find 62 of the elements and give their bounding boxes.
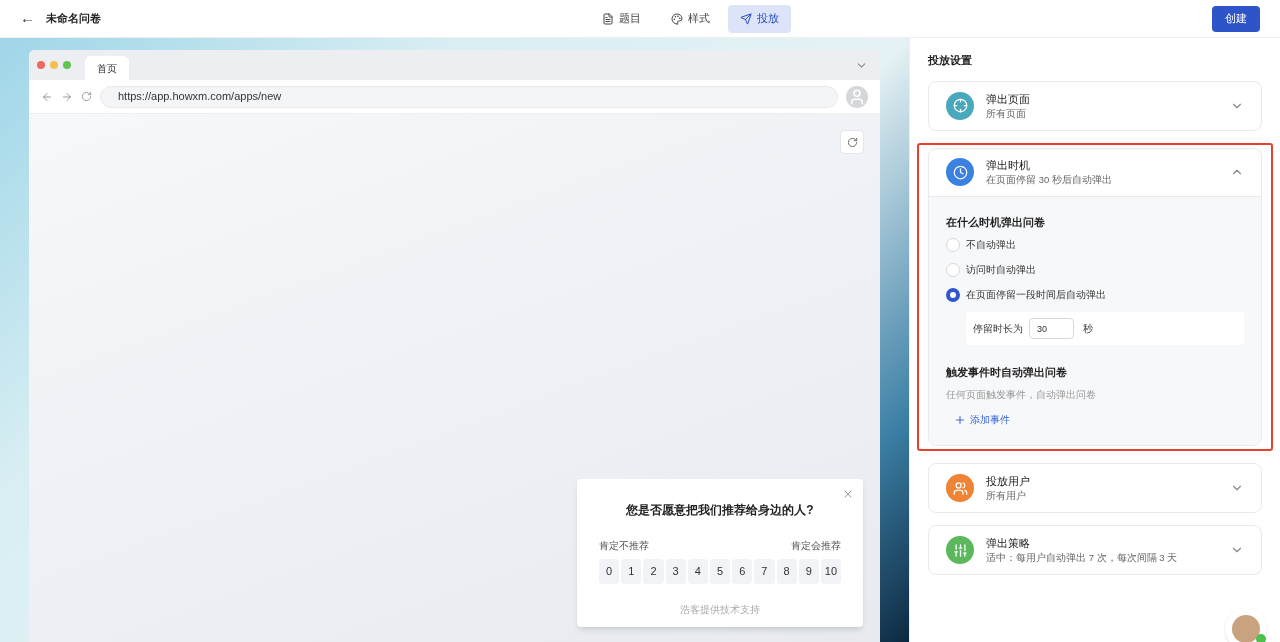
section-question: 在什么时机弹出问卷	[946, 214, 1046, 230]
nav-tab[interactable]: 样式	[659, 4, 722, 33]
score-option[interactable]: 10	[820, 559, 842, 584]
radio-label: 不自动弹出	[966, 238, 1016, 253]
nav-tab[interactable]: 投放	[728, 4, 791, 33]
profile-avatar[interactable]	[846, 85, 868, 108]
close-icon[interactable]	[842, 488, 854, 500]
radio-label: 在页面停留一段时间后自动弹出	[966, 288, 1106, 303]
score-option[interactable]: 5	[709, 559, 731, 584]
section-summary: 所有用户	[986, 489, 1027, 503]
duration-unit: 秒	[1083, 322, 1093, 337]
reload-icon	[846, 136, 858, 148]
powered-by: 浩客提供技术支持	[679, 603, 761, 617]
add-event-button[interactable]: 添加事件	[954, 412, 1010, 427]
section-header[interactable]: 弹出策略 适中：每用户自动弹出 7 次，每次间隔 3 天	[929, 526, 1261, 574]
high-label: 肯定会推荐	[791, 539, 841, 553]
score-option[interactable]: 1	[621, 559, 642, 584]
support-avatar[interactable]	[1225, 608, 1267, 642]
event-title: 触发事件时自动弹出问卷	[946, 365, 1068, 381]
section-summary: 在页面停留 30 秒后自动弹出	[986, 173, 1113, 187]
create-button[interactable]: 创建	[1212, 5, 1260, 32]
back-icon[interactable]	[41, 90, 53, 103]
reload-icon[interactable]	[81, 91, 92, 102]
radio-option[interactable]: 在页面停留一段时间后自动弹出	[946, 286, 1244, 304]
radio-label: 访问时自动弹出	[966, 263, 1036, 278]
refresh-button[interactable]	[840, 130, 864, 154]
section-header[interactable]: 弹出时机 在页面停留 30 秒后自动弹出	[929, 148, 1261, 197]
section-summary: 所有页面	[986, 106, 1027, 121]
section-title: 弹出时机	[986, 158, 1031, 173]
score-option[interactable]: 4	[687, 559, 708, 584]
plus-icon	[954, 413, 966, 426]
radio-option[interactable]: 访问时自动弹出	[946, 261, 1244, 279]
palette-icon	[671, 12, 683, 25]
survey-title: 未命名问卷	[46, 11, 101, 27]
section-header[interactable]: 弹出页面 所有页面	[929, 81, 1261, 130]
browser-tab[interactable]: 首页	[85, 56, 129, 80]
duration-label: 停留时长为	[973, 322, 1023, 337]
duration-input[interactable]: 30	[1029, 318, 1074, 340]
section-summary: 适中：每用户自动弹出 7 次，每次间隔 3 天	[986, 551, 1179, 565]
event-hint: 任何页面触发事件，自动弹出问卷	[946, 388, 1097, 402]
score-option[interactable]: 7	[754, 559, 775, 584]
score-option[interactable]: 2	[643, 559, 664, 584]
forward-icon[interactable]	[61, 90, 73, 103]
section-title: 弹出页面	[986, 91, 1031, 107]
survey-question: 您是否愿意把我们推荐给身边的人?	[625, 502, 815, 519]
address-bar[interactable]: https://app.howxm.com/apps/new	[100, 85, 838, 108]
score-option[interactable]: 0	[599, 559, 620, 584]
radio-option[interactable]: 不自动弹出	[946, 236, 1244, 254]
score-option[interactable]: 3	[665, 559, 686, 584]
section-title: 弹出策略	[986, 536, 1031, 551]
nav-tab[interactable]: 题目	[590, 4, 653, 33]
low-label: 肯定不推荐	[599, 539, 649, 553]
paper-plane-icon	[740, 12, 752, 25]
score-option[interactable]: 8	[776, 559, 797, 584]
back-button[interactable]: ←	[20, 7, 35, 30]
radio-button[interactable]	[946, 287, 960, 302]
score-option[interactable]: 6	[732, 559, 753, 584]
document-icon	[602, 12, 614, 25]
section-header[interactable]: 投放用户 所有用户	[929, 464, 1261, 512]
panel-title: 投放设置	[928, 53, 973, 68]
section-title: 投放用户	[986, 474, 1031, 489]
score-option[interactable]: 9	[798, 559, 819, 584]
